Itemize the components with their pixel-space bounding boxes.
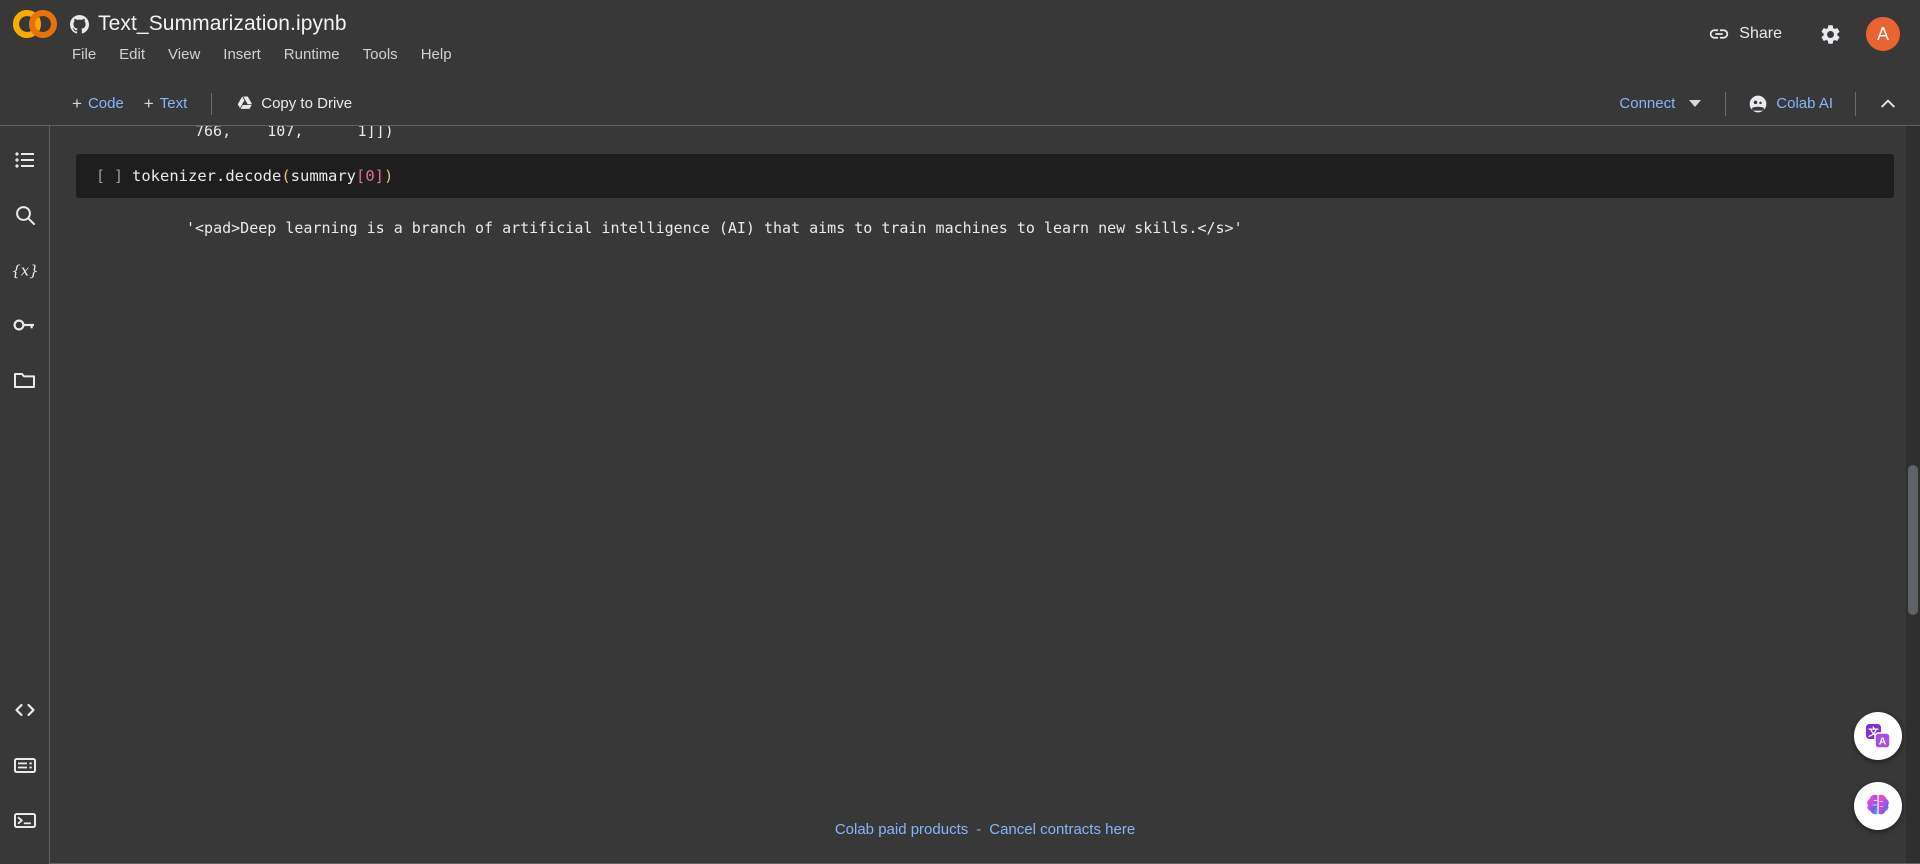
terminal-icon (13, 813, 36, 828)
gemini-fab[interactable] (1854, 782, 1902, 830)
settings-button[interactable] (1810, 14, 1850, 54)
vertical-scrollbar[interactable] (1906, 126, 1920, 864)
code-token: ( (281, 167, 291, 185)
code-cell-source[interactable]: tokenizer.decode(summary[0]) (132, 167, 393, 185)
cell-output: '<pad>Deep learning is a branch of artif… (186, 219, 1243, 237)
menu-item-runtime[interactable]: Runtime (275, 43, 349, 66)
sidebar-item-command-palette[interactable] (3, 743, 47, 787)
left-sidebar: {x} (0, 126, 50, 864)
titlebar-actions: Share A (1694, 14, 1902, 54)
sidebar-item-search[interactable] (3, 193, 47, 237)
cancel-contracts-link[interactable]: Cancel contracts here (989, 821, 1135, 838)
avatar[interactable]: A (1864, 15, 1902, 53)
search-icon (15, 206, 35, 225)
command-palette-icon (13, 758, 36, 773)
code-token: tokenizer.decode (132, 167, 282, 185)
github-icon (70, 14, 89, 34)
sidebar-item-terminal[interactable] (3, 798, 47, 842)
title-bar: Text_Summarization.ipynb File Edit View … (0, 0, 1920, 82)
copy-to-drive-label: Copy to Drive (261, 95, 353, 112)
connect-label: Connect (1619, 95, 1676, 112)
list-icon (14, 152, 34, 168)
colab-ai-label: Colab AI (1776, 95, 1833, 112)
title-block: Text_Summarization.ipynb File Edit View … (70, 0, 461, 66)
add-code-label: Code (87, 95, 124, 112)
code-token: [ (355, 167, 366, 185)
code-token: ) (384, 167, 394, 185)
link-icon (1710, 29, 1729, 39)
menu-item-help[interactable]: Help (412, 43, 461, 66)
code-brackets-icon (14, 703, 35, 717)
menu-bar: File Edit View Insert Runtime Tools Help (63, 43, 461, 66)
toolbar-divider (211, 92, 213, 115)
variables-icon: {x} (12, 262, 38, 280)
sidebar-item-code-snippets[interactable] (3, 688, 47, 732)
title-row: Text_Summarization.ipynb (70, 8, 461, 40)
footer-links: Colab paid products - Cancel contracts h… (50, 821, 1920, 838)
connect-button[interactable]: Connect (1607, 88, 1713, 119)
workspace: {x} 766, 107, 1]]) [] tokenizer.decode(… (0, 126, 1920, 864)
translate-fab[interactable]: 文 A (1854, 712, 1902, 760)
clipped-previous-output: 766, 107, 1]]) (195, 126, 394, 140)
toolbar-right-actions: Connect Colab AI (1607, 87, 1908, 121)
code-token: summary (290, 167, 356, 185)
cell-container: [ ] tokenizer.decode(summary[0]) '<pad>D… (50, 154, 1920, 238)
colab-app: Text_Summarization.ipynb File Edit View … (0, 0, 1920, 864)
cell-run-prompt[interactable]: [ ] (76, 167, 132, 185)
code-cell[interactable]: [ ] tokenizer.decode(summary[0]) (76, 154, 1894, 198)
chevron-down-icon (1689, 100, 1702, 107)
menu-item-view[interactable]: View (159, 43, 209, 66)
plus-icon: + (72, 94, 82, 113)
colab-logo[interactable] (0, 0, 70, 38)
gear-icon (1821, 24, 1839, 44)
drive-icon (238, 96, 253, 109)
notebook-filename[interactable]: Text_Summarization.ipynb (98, 12, 347, 36)
collapse-toolbar-button[interactable] (1868, 87, 1908, 121)
share-button[interactable]: Share (1694, 15, 1796, 53)
sidebar-item-secrets[interactable] (3, 303, 47, 347)
notebook-toolbar: + Code + Text Copy to Drive Connect Cola… (0, 82, 1920, 126)
folder-icon (14, 373, 35, 388)
chevron-up-icon (1881, 98, 1895, 107)
toolbar-divider (1855, 91, 1856, 116)
menu-item-tools[interactable]: Tools (354, 43, 407, 66)
add-code-cell-button[interactable]: + Code (62, 90, 134, 117)
colab-ai-face-icon (1749, 95, 1767, 112)
copy-to-drive-button[interactable]: Copy to Drive (226, 90, 362, 117)
add-text-label: Text (159, 95, 188, 112)
code-token: 0 (365, 167, 375, 185)
colab-logo-icon (13, 10, 57, 38)
svg-text:A: A (1879, 736, 1887, 748)
notebook-area: 766, 107, 1]]) [ ] tokenizer.decode(summ… (50, 126, 1920, 864)
footer-separator: - (976, 821, 982, 838)
share-label: Share (1739, 25, 1782, 42)
code-token: ] (374, 167, 385, 185)
toolbar-divider (1725, 91, 1727, 116)
scrollbar-thumb[interactable] (1908, 465, 1918, 616)
menu-item-edit[interactable]: Edit (110, 43, 154, 66)
gemini-brain-icon (1867, 794, 1889, 815)
add-text-cell-button[interactable]: + Text (134, 90, 197, 117)
sidebar-item-files[interactable] (3, 358, 47, 402)
menu-item-insert[interactable]: Insert (214, 43, 270, 66)
menu-item-file[interactable]: File (63, 43, 105, 66)
plus-icon: + (143, 94, 154, 113)
sidebar-item-variables[interactable]: {x} (3, 248, 47, 292)
translate-icon: 文 A (1866, 724, 1891, 749)
sidebar-item-table-of-contents[interactable] (3, 138, 47, 182)
key-icon (13, 319, 34, 331)
svg-text:{x}: {x} (12, 262, 38, 280)
colab-paid-products-link[interactable]: Colab paid products (835, 821, 968, 838)
colab-ai-button[interactable]: Colab AI (1738, 88, 1843, 120)
